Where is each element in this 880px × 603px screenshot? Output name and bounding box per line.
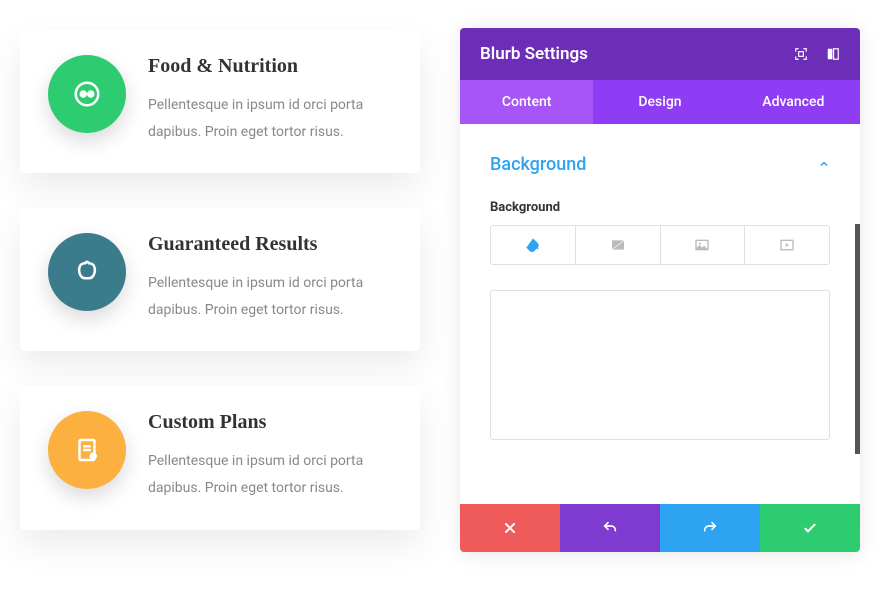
- accordion-title: Background: [490, 154, 586, 175]
- tab-content[interactable]: Content: [460, 80, 593, 124]
- blurb-card-nutrition: Food & Nutrition Pellentesque in ipsum i…: [20, 30, 420, 173]
- bg-tab-video[interactable]: [745, 226, 829, 264]
- field-label: Background: [490, 200, 830, 215]
- cancel-button[interactable]: [460, 504, 560, 552]
- bg-tab-image[interactable]: [661, 226, 746, 264]
- undo-button[interactable]: [560, 504, 660, 552]
- panel-tabs: Content Design Advanced: [460, 80, 860, 124]
- snap-icon[interactable]: [826, 47, 840, 61]
- redo-button[interactable]: [660, 504, 760, 552]
- blurb-title: Food & Nutrition: [148, 55, 392, 78]
- accordion-background[interactable]: Background: [490, 154, 830, 175]
- blurb-title: Custom Plans: [148, 411, 392, 434]
- results-icon: [48, 233, 126, 311]
- panel-body: Background Background: [460, 124, 860, 504]
- blurb-desc: Pellentesque in ipsum id orci porta dapi…: [148, 270, 392, 323]
- panel-footer: [460, 504, 860, 552]
- nutrition-icon: [48, 55, 126, 133]
- tab-design[interactable]: Design: [593, 80, 726, 124]
- blurb-card-results: Guaranteed Results Pellentesque in ipsum…: [20, 208, 420, 351]
- bg-type-tabs: [490, 225, 830, 265]
- tab-advanced[interactable]: Advanced: [727, 80, 860, 124]
- save-button[interactable]: [760, 504, 860, 552]
- panel-header[interactable]: Blurb Settings: [460, 28, 860, 80]
- blurb-title: Guaranteed Results: [148, 233, 392, 256]
- settings-panel: Blurb Settings Content Design Advanced B…: [460, 28, 860, 552]
- expand-icon[interactable]: [794, 47, 808, 61]
- chevron-up-icon: [818, 154, 830, 175]
- panel-title: Blurb Settings: [480, 44, 588, 64]
- bg-color-preview[interactable]: [490, 290, 830, 440]
- blurb-desc: Pellentesque in ipsum id orci porta dapi…: [148, 448, 392, 501]
- blurb-desc: Pellentesque in ipsum id orci porta dapi…: [148, 92, 392, 145]
- scrollbar[interactable]: [855, 224, 860, 454]
- blurb-card-plans: Custom Plans Pellentesque in ipsum id or…: [20, 386, 420, 529]
- bg-tab-gradient[interactable]: [576, 226, 661, 264]
- bg-tab-color[interactable]: [491, 226, 576, 264]
- plans-icon: [48, 411, 126, 489]
